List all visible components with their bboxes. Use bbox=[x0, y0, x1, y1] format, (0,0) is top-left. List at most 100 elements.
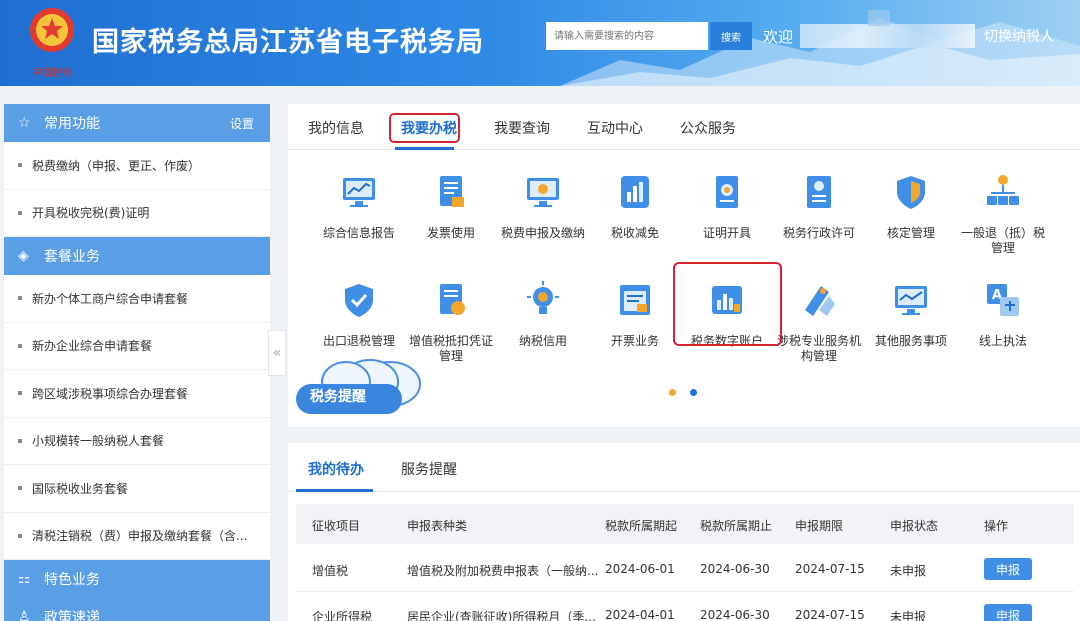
welcome-text: 欢迎 bbox=[763, 28, 794, 46]
service-tax-agency[interactable]: 涉税专业服务机构管理 bbox=[773, 280, 865, 364]
shield-icon bbox=[897, 176, 925, 209]
tab-query[interactable]: 我要查询 bbox=[494, 118, 550, 138]
license-document-icon bbox=[807, 176, 831, 208]
service-label: 税费申报及缴纳 bbox=[500, 226, 585, 240]
service-invoice-use[interactable]: 发票使用 bbox=[405, 172, 497, 241]
sidebar-item-package[interactable]: 跨区域涉税事项综合办理套餐 bbox=[4, 370, 270, 418]
column-header: 申报期限 bbox=[795, 519, 844, 533]
vat-document-icon bbox=[440, 284, 465, 315]
certificate-document-icon bbox=[716, 176, 738, 208]
sidebar-item-package[interactable]: 清税注销税（费）申报及缴纳套餐（含... bbox=[4, 513, 270, 560]
site-header: 中国税务 国家税务总局江苏省电子税务局 搜索 欢迎 切换纳税人 bbox=[0, 0, 1080, 86]
sidebar-item-label: 开具税收完税(费)证明 bbox=[32, 206, 150, 221]
service-label: 税务行政许可 bbox=[782, 226, 855, 240]
service-label: 税收减免 bbox=[610, 226, 659, 240]
declare-button[interactable]: 申报 bbox=[984, 604, 1032, 621]
sidebar-item-label: 新办企业综合申请套餐 bbox=[32, 339, 153, 354]
bullet-icon bbox=[18, 343, 22, 348]
sidebar-section-label: 政策速递 bbox=[44, 610, 100, 621]
table-header: 征收项目 申报表种类 税款所属期起 税款所属期止 申报期限 申报状态 操作 bbox=[296, 504, 1074, 544]
table-cell: 2024-06-30 bbox=[700, 562, 770, 576]
table-row: 增值税 增值税及附加税费申报表（一般纳... 2024-06-01 2024-0… bbox=[296, 546, 1074, 592]
sidebar-item-label: 税费缴纳（申报、更正、作废） bbox=[32, 158, 201, 173]
sidebar-item-label: 国际税收业务套餐 bbox=[32, 481, 129, 496]
switch-taxpayer-link[interactable]: 切换纳税人 bbox=[984, 26, 1054, 46]
bullet-icon bbox=[18, 533, 22, 538]
switch-taxpayer-label: 切换纳税人 bbox=[984, 29, 1054, 45]
star-icon: ☆ bbox=[18, 115, 31, 131]
bullet-icon bbox=[18, 438, 22, 443]
table-cell: 2024-06-30 bbox=[700, 608, 770, 621]
invoice-window-icon bbox=[620, 285, 650, 315]
table-cell: 居民企业(查账征收)所得税月（季... bbox=[407, 610, 596, 621]
redacted-block bbox=[868, 10, 890, 26]
service-highlight-box bbox=[673, 262, 782, 346]
translate-icon: A bbox=[987, 284, 1019, 316]
column-header: 申报表种类 bbox=[407, 519, 468, 533]
tab-interaction[interactable]: 互动中心 bbox=[587, 118, 643, 138]
sidebar-collapse-button[interactable]: « bbox=[268, 330, 286, 376]
service-vat-deduction[interactable]: 增值税抵扣凭证管理 bbox=[405, 280, 497, 364]
sidebar-item-label: 跨区域涉税事项综合办理套餐 bbox=[32, 386, 189, 401]
service-export-refund[interactable]: 出口退税管理 bbox=[313, 280, 405, 349]
bar-chart-icon bbox=[621, 176, 649, 208]
service-administrative-license[interactable]: 税务行政许可 bbox=[773, 172, 865, 241]
table-cell: 2024-04-01 bbox=[605, 608, 675, 621]
layers-icon: ◈ bbox=[18, 248, 29, 264]
svg-text:中国税务: 中国税务 bbox=[32, 66, 72, 79]
tab-my-info[interactable]: 我的信息 bbox=[308, 118, 364, 138]
service-tax-reduction[interactable]: 税收减免 bbox=[589, 172, 681, 241]
service-assessment[interactable]: 核定管理 bbox=[865, 172, 957, 241]
service-certificate[interactable]: 证明开具 bbox=[681, 172, 773, 241]
tab-service-reminder[interactable]: 服务提醒 bbox=[401, 459, 457, 479]
sidebar-section-policy[interactable]: ♙ 政策速递 bbox=[4, 598, 270, 621]
settings-link[interactable]: 设置 bbox=[230, 115, 254, 132]
sidebar-section-package[interactable]: ◈ 套餐业务 bbox=[4, 237, 270, 275]
search-input[interactable] bbox=[546, 22, 708, 50]
declare-button[interactable]: 申报 bbox=[984, 558, 1032, 580]
sidebar-item-package[interactable]: 新办企业综合申请套餐 bbox=[4, 323, 270, 370]
service-tax-declaration[interactable]: 税费申报及缴纳 bbox=[497, 172, 589, 241]
shield-check-icon bbox=[345, 284, 373, 317]
tab-public-service[interactable]: 公众服务 bbox=[680, 118, 736, 138]
sidebar-item-label: 清税注销税（费）申报及缴纳套餐（含... bbox=[32, 529, 248, 544]
sidebar-item-tax-payment[interactable]: 税费缴纳（申报、更正、作废） bbox=[4, 142, 270, 190]
tab-highlight-box bbox=[389, 113, 460, 143]
sidebar-section-special[interactable]: ⚏ 特色业务 bbox=[4, 560, 270, 598]
search-button[interactable]: 搜索 bbox=[710, 22, 752, 50]
service-label: 核定管理 bbox=[886, 226, 935, 240]
sidebar-item-tax-certificate[interactable]: 开具税收完税(费)证明 bbox=[4, 190, 270, 237]
sidebar-section-common[interactable]: ☆ 常用功能 设置 bbox=[4, 104, 270, 142]
service-label: 其他服务事项 bbox=[874, 334, 947, 348]
service-tax-credit[interactable]: 纳税信用 bbox=[497, 280, 589, 349]
service-label: 综合信息报告 bbox=[322, 226, 395, 240]
sidebar-item-package[interactable]: 小规模转一般纳税人套餐 bbox=[4, 418, 270, 465]
service-other[interactable]: 其他服务事项 bbox=[865, 280, 957, 349]
service-invoicing[interactable]: 开票业务 bbox=[589, 280, 681, 349]
carousel-dot-2[interactable] bbox=[690, 389, 697, 396]
table-cell: 未申报 bbox=[890, 610, 927, 621]
service-tax-refund[interactable]: 一般退（抵）税管理 bbox=[957, 172, 1049, 256]
tab-active-underline bbox=[395, 147, 454, 150]
tax-reminder-label[interactable]: 税务提醒 bbox=[310, 386, 366, 406]
bullet-icon bbox=[18, 210, 22, 215]
column-header: 税款所属期止 bbox=[700, 519, 773, 533]
sidebar-item-label: 小规模转一般纳税人套餐 bbox=[32, 434, 165, 449]
service-label: 出口退税管理 bbox=[322, 334, 395, 348]
carousel-dot-1[interactable] bbox=[669, 389, 676, 396]
site-title: 国家税务总局江苏省电子税务局 bbox=[92, 27, 484, 58]
redacted-username bbox=[800, 24, 975, 48]
service-online-enforcement[interactable]: A 线上执法 bbox=[957, 280, 1049, 349]
sidebar-item-package[interactable]: 新办个体工商户综合申请套餐 bbox=[4, 275, 270, 323]
tab-my-todo[interactable]: 我的待办 bbox=[308, 459, 364, 479]
service-label: 发票使用 bbox=[426, 226, 475, 240]
service-label: 开票业务 bbox=[610, 334, 659, 348]
sidebar-item-package[interactable]: 国际税收业务套餐 bbox=[4, 465, 270, 513]
todo-panel: 我的待办 服务提醒 征收项目 申报表种类 税款所属期起 税款所属期止 申报期限 … bbox=[288, 443, 1080, 621]
todo-tab-underline bbox=[296, 489, 373, 492]
service-info-report[interactable]: 综合信息报告 bbox=[313, 172, 405, 241]
column-header: 操作 bbox=[984, 519, 1009, 533]
monitor-trend-icon bbox=[895, 286, 927, 315]
national-emblem-icon: 中国税务 bbox=[30, 8, 74, 79]
monitor-chart-icon bbox=[343, 178, 375, 207]
